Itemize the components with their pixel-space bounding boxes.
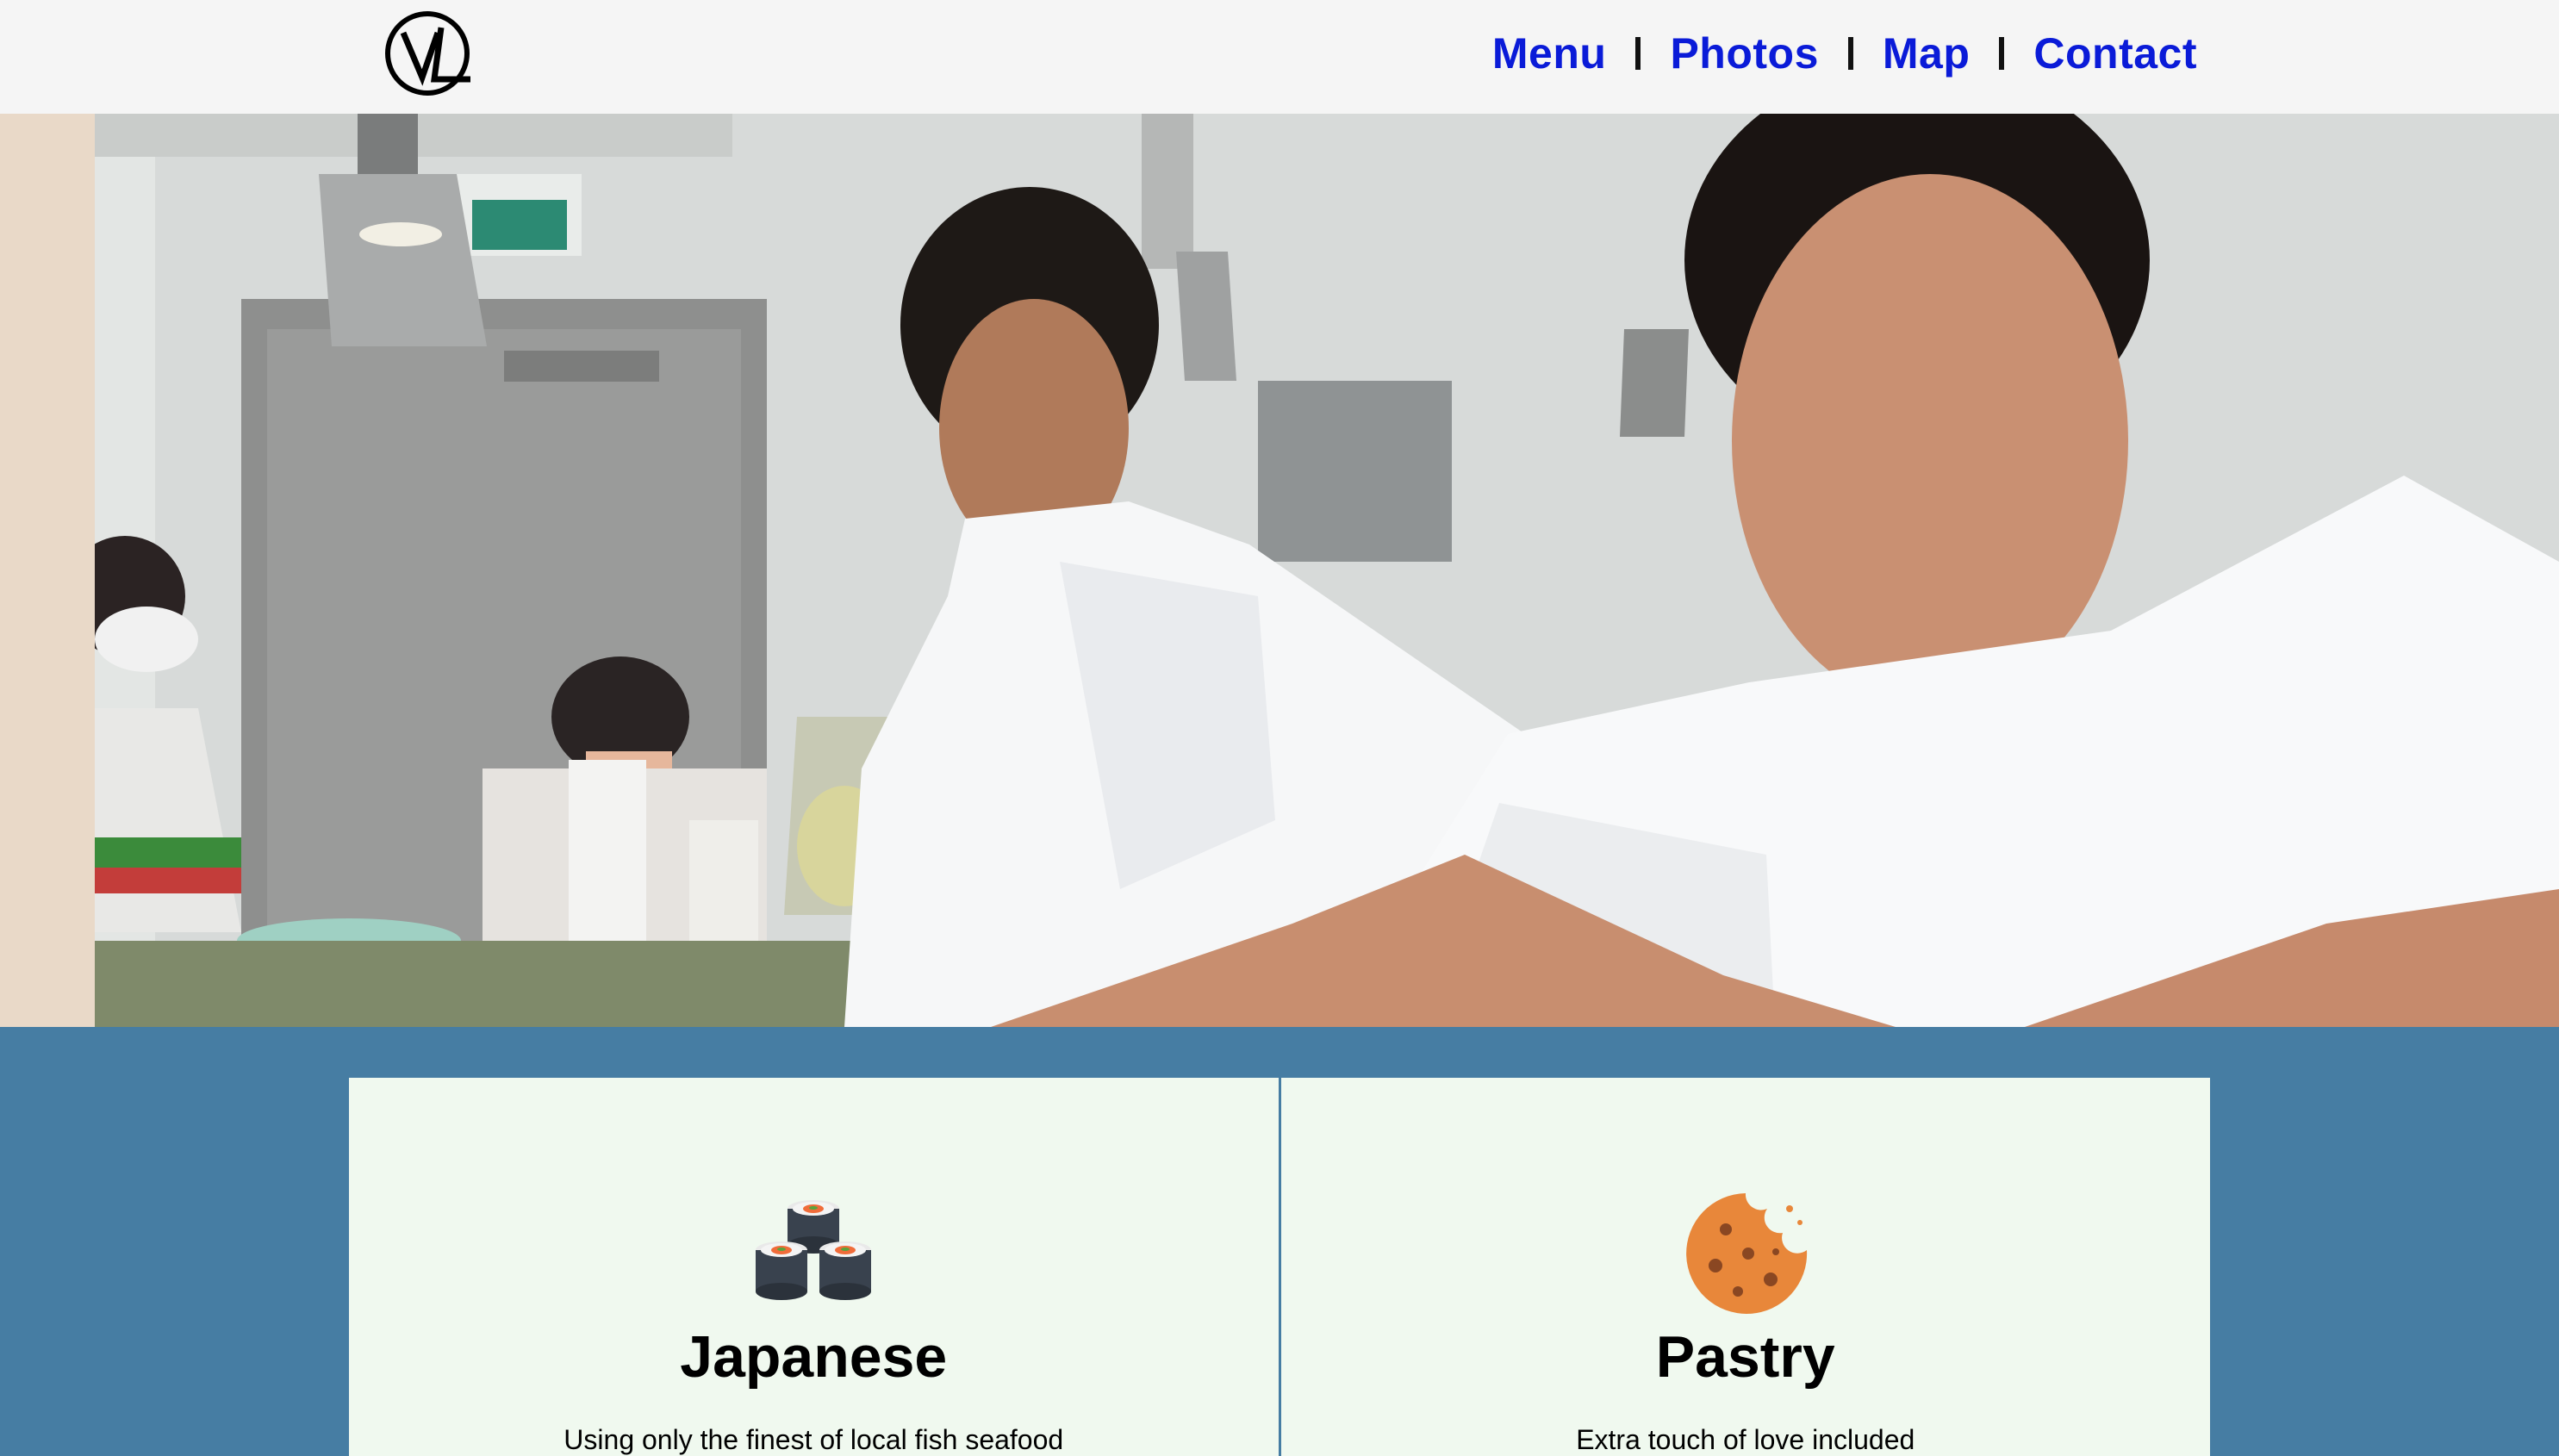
cuisine-cards: Japanese Using only the finest of local … bbox=[349, 1078, 2210, 1456]
card-title: Pastry bbox=[1655, 1324, 1835, 1390]
main-nav: Menu Photos Map Contact bbox=[1492, 0, 2197, 107]
card-description: Using only the finest of local fish seaf… bbox=[563, 1424, 1064, 1455]
card-description: Extra touch of love included bbox=[1576, 1424, 1915, 1455]
nav-divider bbox=[1999, 37, 2005, 70]
chefs-preparing-food-photo bbox=[0, 114, 2559, 1027]
hero-photo bbox=[0, 114, 2559, 1027]
nav-divider bbox=[1635, 37, 1641, 70]
card-title: Japanese bbox=[680, 1324, 948, 1390]
nav-divider bbox=[1847, 37, 1853, 70]
site-header: Menu Photos Map Contact bbox=[0, 0, 2559, 114]
card-pastry: Pastry Extra touch of love included bbox=[1280, 1078, 2210, 1456]
card-japanese: Japanese Using only the finest of local … bbox=[349, 1078, 1279, 1456]
cookie-icon bbox=[1685, 1193, 1807, 1314]
nav-contact-link[interactable]: Contact bbox=[2033, 28, 2197, 78]
nav-map-link[interactable]: Map bbox=[1883, 28, 1971, 78]
nav-photos-link[interactable]: Photos bbox=[1670, 28, 1818, 78]
vl-logo-icon[interactable] bbox=[384, 9, 474, 98]
nav-menu-link[interactable]: Menu bbox=[1492, 28, 1607, 78]
sushi-icon bbox=[756, 1200, 872, 1300]
